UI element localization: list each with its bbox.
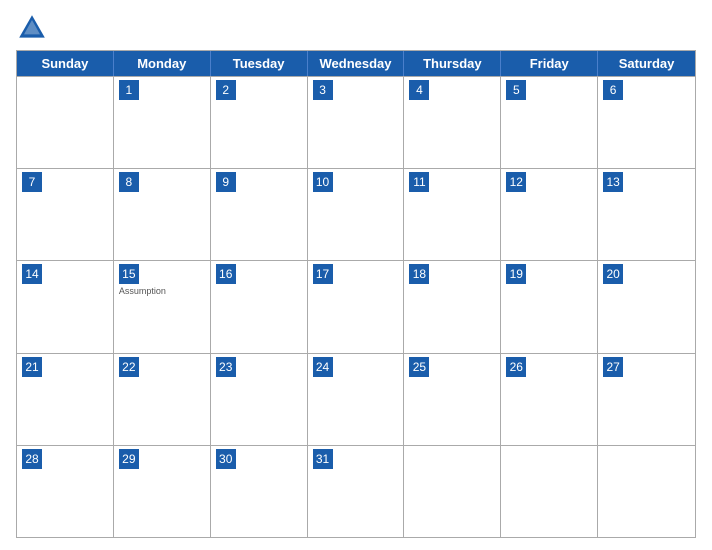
date-number: 6 <box>603 80 623 100</box>
date-number: 3 <box>313 80 333 100</box>
calendar-cell: 19 <box>501 261 598 352</box>
calendar-cell: 4 <box>404 77 501 168</box>
date-number: 22 <box>119 357 139 377</box>
date-number: 20 <box>603 264 623 284</box>
calendar-cell: 13 <box>598 169 695 260</box>
date-number: 5 <box>506 80 526 100</box>
calendar-cell: 21 <box>17 354 114 445</box>
calendar-week-1: 7 8 9 10 11 12 13 <box>17 168 695 260</box>
col-tuesday: Tuesday <box>211 51 308 76</box>
date-number: 7 <box>22 172 42 192</box>
calendar-cell: 8 <box>114 169 211 260</box>
date-number: 15 <box>119 264 139 284</box>
calendar-cell: 9 <box>211 169 308 260</box>
calendar-cell: 6 <box>598 77 695 168</box>
date-number: 24 <box>313 357 333 377</box>
calendar-week-0: 1 2 3 4 5 6 <box>17 76 695 168</box>
calendar-cell: 2 <box>211 77 308 168</box>
calendar-page: Sunday Monday Tuesday Wednesday Thursday… <box>0 0 712 550</box>
calendar-cell: 25 <box>404 354 501 445</box>
date-number: 8 <box>119 172 139 192</box>
col-friday: Friday <box>501 51 598 76</box>
calendar-cell: 11 <box>404 169 501 260</box>
date-number: 27 <box>603 357 623 377</box>
calendar-cell: 10 <box>308 169 405 260</box>
calendar-cell: 20 <box>598 261 695 352</box>
calendar-week-2: 14 15 Assumption 16 17 18 19 20 <box>17 260 695 352</box>
date-number: 23 <box>216 357 236 377</box>
calendar-cell: 1 <box>114 77 211 168</box>
calendar-body: 123456789101112131415Assumption161718192… <box>17 76 695 537</box>
logo <box>16 12 52 44</box>
calendar-week-3: 21 22 23 24 25 26 27 <box>17 353 695 445</box>
date-number: 25 <box>409 357 429 377</box>
calendar-cell: 29 <box>114 446 211 537</box>
calendar-grid: Sunday Monday Tuesday Wednesday Thursday… <box>16 50 696 538</box>
col-monday: Monday <box>114 51 211 76</box>
calendar-week-4: 28 29 30 31 <box>17 445 695 537</box>
col-wednesday: Wednesday <box>308 51 405 76</box>
date-number: 29 <box>119 449 139 469</box>
date-number: 16 <box>216 264 236 284</box>
date-number: 2 <box>216 80 236 100</box>
date-number: 21 <box>22 357 42 377</box>
date-number: 11 <box>409 172 429 192</box>
calendar-cell <box>404 446 501 537</box>
calendar-cell: 5 <box>501 77 598 168</box>
calendar-cell: 17 <box>308 261 405 352</box>
date-number: 17 <box>313 264 333 284</box>
calendar-cell: 18 <box>404 261 501 352</box>
date-number: 13 <box>603 172 623 192</box>
date-number: 10 <box>313 172 333 192</box>
calendar-cell: 22 <box>114 354 211 445</box>
page-header <box>16 12 696 44</box>
calendar-cell <box>17 77 114 168</box>
holiday-label: Assumption <box>119 286 205 296</box>
calendar-cell: 26 <box>501 354 598 445</box>
date-number: 26 <box>506 357 526 377</box>
calendar-cell: 31 <box>308 446 405 537</box>
calendar-cell <box>598 446 695 537</box>
calendar-header: Sunday Monday Tuesday Wednesday Thursday… <box>17 51 695 76</box>
calendar-cell: 12 <box>501 169 598 260</box>
calendar-cell: 23 <box>211 354 308 445</box>
date-number: 31 <box>313 449 333 469</box>
date-number: 18 <box>409 264 429 284</box>
calendar-cell: 27 <box>598 354 695 445</box>
date-number: 4 <box>409 80 429 100</box>
date-number: 19 <box>506 264 526 284</box>
date-number: 14 <box>22 264 42 284</box>
col-sunday: Sunday <box>17 51 114 76</box>
col-thursday: Thursday <box>404 51 501 76</box>
date-number: 30 <box>216 449 236 469</box>
calendar-cell: 3 <box>308 77 405 168</box>
date-number: 28 <box>22 449 42 469</box>
calendar-cell: 30 <box>211 446 308 537</box>
calendar-cell: 24 <box>308 354 405 445</box>
calendar-cell <box>501 446 598 537</box>
col-saturday: Saturday <box>598 51 695 76</box>
logo-icon <box>16 12 48 44</box>
calendar-cell: 7 <box>17 169 114 260</box>
date-number: 9 <box>216 172 236 192</box>
date-number: 1 <box>119 80 139 100</box>
calendar-cell: 15 Assumption <box>114 261 211 352</box>
calendar-cell: 14 <box>17 261 114 352</box>
date-number: 12 <box>506 172 526 192</box>
calendar-cell: 28 <box>17 446 114 537</box>
calendar-cell: 16 <box>211 261 308 352</box>
